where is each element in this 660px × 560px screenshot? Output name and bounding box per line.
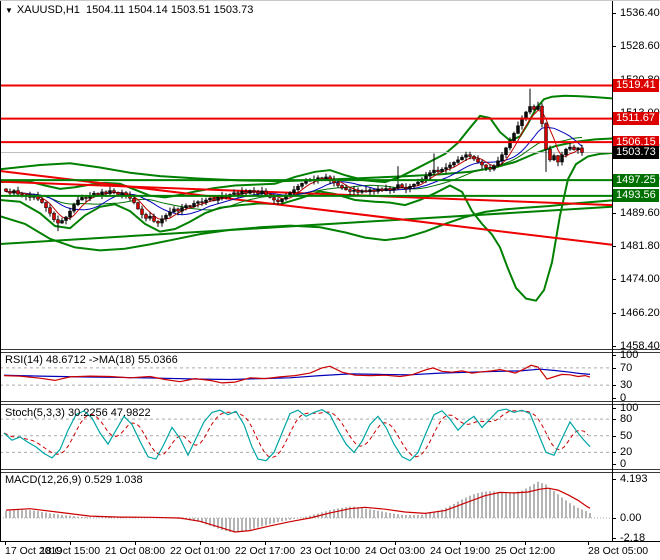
price-badge: 1493.56: [613, 189, 659, 203]
price-tick-tick: [612, 13, 616, 14]
price-badge: 1497.25: [613, 173, 659, 187]
rsi-tick-label: 100: [620, 349, 639, 361]
price-tick-tick: [612, 279, 616, 281]
price-badge: 1511.67: [613, 112, 659, 126]
rsi-tick-label: 30: [620, 379, 633, 392]
price-tick-label: 1481.80: [620, 240, 660, 253]
macd-panel[interactable]: MACD(12,26,9) 0.529 1.038: [0, 473, 660, 541]
price-badge: 1519.41: [613, 79, 659, 93]
main-chart-panel[interactable]: ▼ XAUUSD,H1 1504.11 1504.14 1503.51 1503.…: [0, 1, 660, 349]
stoch-tick-tick: [612, 419, 616, 421]
chart-window: ▼ XAUUSD,H1 1504.11 1504.14 1503.51 1503.…: [0, 0, 660, 560]
stoch-tick-tick: [612, 408, 616, 409]
price-tick-label: 1528.60: [620, 40, 660, 53]
price-tick-label: 1536.40: [620, 7, 660, 19]
price-tick-tick: [612, 345, 616, 347]
price-tick-tick: [612, 246, 616, 248]
macd-tick-tick: [612, 538, 616, 540]
price-tick-label: 1466.20: [620, 306, 660, 319]
stoch-tick-label: 80: [620, 413, 633, 426]
price-tick-label: 1489.60: [620, 206, 660, 219]
time-tick-label: 23 Oct 10:00: [299, 545, 361, 557]
stoch-tick-tick: [612, 435, 616, 437]
time-tick-label: 28 Oct 05:00: [588, 545, 649, 557]
macd-tick-tick: [612, 518, 616, 519]
stoch-tick-tick: [612, 463, 616, 465]
stoch-label: Stoch(5,3,3) 30.2256 47.9822: [5, 407, 151, 419]
rsi-tick-tick: [612, 398, 616, 399]
rsi-label: RSI(14) 48.6712 ->MA(18) 55.0366: [5, 354, 178, 366]
time-tick-label: 24 Oct 03:00: [364, 545, 426, 557]
price-tick-tick: [612, 46, 616, 48]
stoch-panel[interactable]: Stoch(5,3,3) 30.2256 47.9822: [0, 405, 660, 469]
price-tick-label: 1474.00: [620, 273, 660, 286]
rsi-tick-tick: [612, 355, 616, 356]
time-tick-label: 25 Oct 12:00: [494, 545, 556, 557]
macd-label: MACD(12,26,9) 0.529 1.038: [5, 474, 143, 486]
rsi-tick-tick: [612, 385, 616, 387]
stoch-tick-label: 50: [620, 429, 633, 442]
rsi-tick-label: 70: [620, 361, 633, 374]
price-badge: 1503.73: [613, 145, 659, 159]
rsi-panel[interactable]: RSI(14) 48.6712 ->MA(18) 55.0366: [0, 353, 660, 401]
time-tick-label: 18 Oct 15:00: [39, 545, 101, 557]
main-chart-canvas[interactable]: [0, 1, 616, 349]
price-tick-tick: [612, 212, 616, 214]
stoch-tick-label: 0: [620, 457, 627, 470]
macd-tick-tick: [612, 479, 616, 480]
macd-tick-label: 4.193: [620, 473, 648, 485]
macd-tick-label: -2.18: [620, 532, 646, 545]
chart-left-border: [0, 1, 1, 541]
stoch-tick-tick: [612, 452, 616, 454]
time-tick-label: 22 Oct 01:00: [169, 545, 231, 557]
rsi-tick-tick: [612, 367, 616, 369]
time-tick-label: 22 Oct 17:00: [234, 545, 296, 557]
time-tick-label: 24 Oct 19:00: [429, 545, 491, 557]
time-tick-label: 21 Oct 08:00: [104, 545, 166, 557]
price-tick-tick: [612, 312, 616, 314]
macd-tick-label: 0.00: [620, 512, 642, 524]
